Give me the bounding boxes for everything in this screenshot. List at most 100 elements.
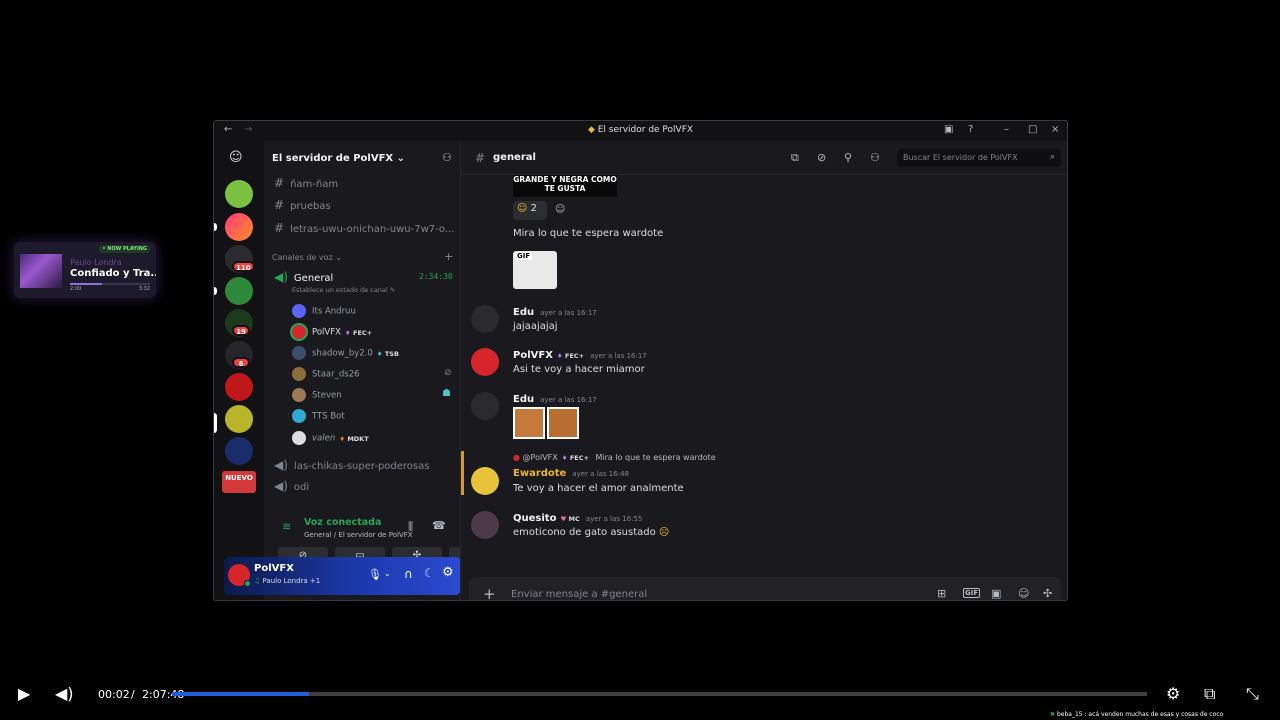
- voice-user[interactable]: valen ♦ MDKT: [292, 431, 369, 445]
- voice-user[interactable]: Staar_ds26: [292, 367, 360, 381]
- gif-image[interactable]: GIF: [513, 251, 557, 289]
- volume-icon[interactable]: ◀): [55, 684, 74, 703]
- clan-tag: ♦ MDKT: [339, 434, 369, 443]
- voice-user[interactable]: PolVFX ♦ FEC+: [292, 325, 372, 339]
- user-name[interactable]: PolVFX: [254, 563, 294, 574]
- member-list-icon[interactable]: ⚇: [870, 151, 880, 164]
- server-icon-4[interactable]: [225, 277, 253, 305]
- message-composer[interactable]: + Enviar mensaje a #general ⊞ GIF ▣ ☺ ✣: [469, 577, 1061, 600]
- maximize-icon[interactable]: □: [1028, 124, 1037, 135]
- avatar[interactable]: [471, 511, 499, 539]
- channel-status[interactable]: Establece un estado de canal ✎: [292, 286, 395, 294]
- disconnect-icon[interactable]: ☎: [432, 519, 446, 532]
- voice-timer: 2:34:30: [419, 272, 453, 281]
- signal-icon[interactable]: ≋: [282, 520, 291, 533]
- reaction-button[interactable]: ☺ 2: [513, 201, 547, 220]
- apps-icon[interactable]: ✣: [1043, 587, 1052, 600]
- message-input[interactable]: Enviar mensaje a #general: [511, 589, 647, 600]
- chevron-down-icon[interactable]: ⌄: [384, 569, 391, 578]
- settings-gear-icon[interactable]: ⚙: [1166, 684, 1180, 703]
- attachment-image[interactable]: [513, 407, 545, 439]
- notifications-off-icon[interactable]: ⊘: [817, 151, 826, 164]
- window-title: ◆ El servidor de PolVFX: [587, 125, 694, 135]
- message-author[interactable]: Ewardote ayer a las 16:48: [513, 468, 629, 479]
- voice-channel-general[interactable]: ◀) General: [274, 270, 333, 284]
- server-icon-9[interactable]: [225, 437, 253, 465]
- noise-suppression-icon[interactable]: ⫼: [408, 520, 413, 534]
- threads-icon[interactable]: ⧉: [791, 151, 799, 165]
- sticker-icon[interactable]: ▣: [991, 587, 1001, 600]
- miniplayer-icon[interactable]: ⧉: [1204, 684, 1215, 704]
- play-icon[interactable]: ▶: [18, 684, 30, 703]
- server-icon-1[interactable]: [225, 180, 253, 208]
- discord-logo-icon[interactable]: ☺: [229, 150, 243, 165]
- channel-nam-nam[interactable]: # ñam-ñam: [274, 176, 338, 190]
- voice-user[interactable]: shadow_by2.0 ♦ TSB: [292, 346, 399, 360]
- message-text: Mira lo que te espera wardote: [513, 228, 664, 239]
- channel-pruebas[interactable]: # pruebas: [274, 198, 331, 212]
- pin-icon[interactable]: ⚲: [844, 151, 852, 164]
- server-icon-7[interactable]: [225, 373, 253, 401]
- voice-connected-title: Voz conectada: [304, 517, 382, 528]
- hash-icon: #: [274, 221, 285, 235]
- mention-badge: 19: [232, 325, 250, 336]
- message-author[interactable]: PolVFX ♦ FEC+ ayer a las 16:17: [513, 350, 647, 361]
- exit-fullscreen-icon[interactable]: ⤡: [1246, 684, 1259, 704]
- gif-picker-icon[interactable]: GIF: [963, 588, 981, 598]
- hash-icon: #: [274, 198, 285, 212]
- speaker-icon: ◀): [274, 270, 288, 284]
- close-icon[interactable]: ×: [1051, 124, 1059, 135]
- mention-badge: 110: [232, 261, 255, 272]
- server-name[interactable]: El servidor de PolVFX ⌄: [272, 153, 405, 164]
- chat-ticker: ✖ beba_15 : acá venden muchas de esas y …: [1050, 711, 1224, 718]
- avatar[interactable]: [471, 392, 499, 420]
- gif-badge: GIF: [515, 252, 533, 260]
- minimize-icon[interactable]: –: [1004, 124, 1009, 135]
- settings-gear-icon[interactable]: ⚙: [442, 565, 454, 580]
- emoji-icon[interactable]: ☺: [1018, 587, 1029, 600]
- server-header[interactable]: El servidor de PolVFX ⌄ ⚇: [264, 141, 460, 175]
- avatar[interactable]: [471, 348, 499, 376]
- reply-preview[interactable]: ● @PolVFX ♦ FEC+ Mira lo que te espera wa…: [513, 453, 716, 462]
- help-icon[interactable]: ?: [968, 124, 973, 135]
- avatar[interactable]: [471, 467, 499, 495]
- server-icon-2[interactable]: [225, 213, 253, 241]
- music-icon: ♫: [254, 577, 261, 585]
- activity-icon: ☗: [442, 388, 451, 399]
- video-progress-bar[interactable]: [172, 692, 1147, 696]
- message-author[interactable]: Edu ayer a las 16:17: [513, 307, 597, 318]
- avatar: ●: [513, 453, 520, 462]
- voice-user[interactable]: TTS Bot: [292, 409, 345, 423]
- microphone-icon[interactable]: 🎙: [368, 568, 382, 581]
- new-badge[interactable]: NUEVO: [222, 471, 256, 493]
- attachment-image[interactable]: [547, 407, 579, 439]
- server-icon-8[interactable]: [225, 405, 253, 433]
- invite-icon[interactable]: ⚇: [442, 151, 452, 164]
- channel-list: El servidor de PolVFX ⌄ ⚇ # ñam-ñam # prue…: [264, 141, 499, 600]
- hash-icon: #: [274, 176, 285, 190]
- gift-icon[interactable]: ⊞: [937, 587, 946, 600]
- voice-channel-chikas[interactable]: ◀) las-chikas-super-poderosas: [274, 458, 429, 472]
- avatar[interactable]: [471, 305, 499, 333]
- user-panel: PolVFX ♫ Paulo Londra +1 🎙 ⌄ ∩ ☾ ⚙: [224, 557, 460, 595]
- muted-icon: ⊘: [444, 368, 452, 378]
- now-playing-total: 3:32: [138, 286, 150, 292]
- voice-connected-sub[interactable]: General / El servidor de PolVFX: [304, 531, 413, 539]
- add-channel-icon[interactable]: +: [444, 250, 453, 263]
- voice-user[interactable]: Its Andruu: [292, 304, 356, 318]
- headphones-icon[interactable]: ∩: [404, 567, 413, 581]
- channel-name: general: [493, 152, 536, 163]
- sticker-image[interactable]: GRANDE Y NEGRA COMO TE GUSTA: [513, 175, 617, 197]
- message-author[interactable]: Quesito ♥ MC ayer a las 16:55: [513, 513, 642, 524]
- highlight-bar: [461, 451, 464, 495]
- channel-letras[interactable]: # letras-uwu-onichan-uwu-7w7-o...: [274, 221, 454, 235]
- voice-category[interactable]: Canales de voz ⌄: [272, 253, 342, 262]
- add-reaction-icon[interactable]: ☺: [555, 204, 565, 215]
- search-input[interactable]: Buscar El servidor de PolVFX ⌕: [897, 149, 1061, 167]
- voice-channel-odi[interactable]: ◀) odi: [274, 479, 309, 493]
- voice-user[interactable]: Steven: [292, 388, 342, 402]
- inbox-icon[interactable]: ▣: [944, 124, 953, 135]
- message-author[interactable]: Edu ayer a las 16:17: [513, 394, 597, 405]
- clan-tag: ♦ FEC+: [344, 328, 373, 337]
- add-attachment-icon[interactable]: +: [483, 585, 496, 600]
